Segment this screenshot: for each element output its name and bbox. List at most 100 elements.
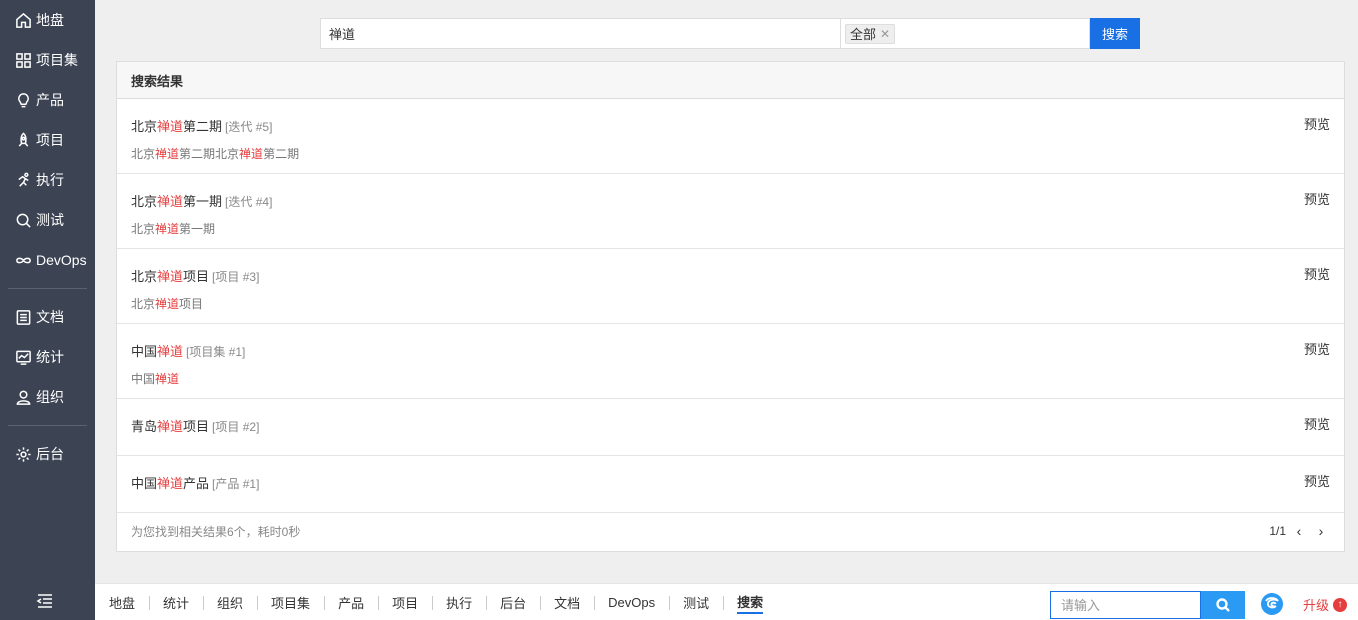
bottom-tab-label: 测试 (683, 596, 710, 611)
bottom-tab[interactable]: 执行 (432, 584, 486, 620)
result-title[interactable]: 青岛禅道项目 [项目 #2] (131, 416, 259, 435)
result-title-text: 第一期 (183, 194, 223, 209)
upgrade-link[interactable]: 升级 ↑ (1303, 595, 1348, 614)
nav-divider (8, 288, 87, 289)
preview-link[interactable]: 预览 (1304, 189, 1330, 208)
sidebar-item-doc[interactable]: 文档 (0, 297, 95, 337)
bottom-tab[interactable]: 产品 (324, 584, 378, 620)
bottom-tab[interactable]: 项目 (378, 584, 432, 620)
sidebar-item-label: DevOps (36, 252, 87, 268)
result-desc-text: 北京 (131, 147, 156, 161)
bottom-tab-label: 执行 (446, 596, 473, 611)
sidebar-item-program[interactable]: 项目集 (0, 40, 95, 80)
result-type-tag: [项目集 #1] (186, 345, 246, 359)
chevron-right-icon[interactable]: › (1312, 523, 1330, 539)
rocket-icon (14, 131, 32, 149)
sidebar-item-org[interactable]: 组织 (0, 377, 95, 417)
running-icon (14, 171, 32, 189)
results-footer: 为您找到相关结果6个，耗时0秒 1/1 ‹ › (117, 511, 1344, 551)
document-icon (14, 308, 32, 326)
bottom-tab[interactable]: 组织 (203, 584, 257, 620)
sidebar-item-bi[interactable]: 统计 (0, 337, 95, 377)
bottom-tab-label: 统计 (163, 596, 190, 611)
bottom-tab[interactable]: 搜索 (723, 584, 777, 620)
arrow-up-icon: ↑ (1333, 597, 1348, 612)
lightbulb-icon (14, 91, 32, 109)
sidebar-item-label: 执行 (36, 172, 64, 188)
search-input[interactable] (320, 18, 841, 49)
home-icon (14, 11, 32, 29)
sidebar-item-label: 产品 (36, 92, 64, 108)
preview-link[interactable]: 预览 (1304, 471, 1330, 490)
preview-link[interactable]: 预览 (1304, 114, 1330, 133)
result-desc-text: 北京 (131, 222, 156, 236)
preview-link[interactable]: 预览 (1304, 264, 1330, 283)
sidebar-item-label: 文档 (36, 309, 64, 325)
result-item: 青岛禅道项目 [项目 #2] 预览 (117, 399, 1344, 456)
bottom-tab-label: 后台 (500, 596, 527, 611)
scope-tag: 全部 ✕ (845, 23, 896, 44)
result-title-text: 第二期 (183, 119, 223, 134)
result-description: 中国禅道 (131, 370, 179, 387)
search-bar: 全部 ✕ 搜索 (320, 18, 1140, 49)
bottom-tab-label: 产品 (338, 596, 365, 611)
zentao-logo-icon[interactable] (1260, 592, 1284, 616)
quick-search-button[interactable] (1201, 591, 1245, 619)
result-title-text: 青岛 (131, 419, 158, 434)
result-desc-highlight: 禅道 (155, 147, 180, 161)
sidebar-item-product[interactable]: 产品 (0, 80, 95, 120)
bottom-tab[interactable]: 后台 (486, 584, 540, 620)
bottom-tab-label: 搜索 (737, 592, 764, 614)
result-title[interactable]: 中国禅道产品 [产品 #1] (131, 473, 259, 492)
chevron-left-icon[interactable]: ‹ (1290, 523, 1308, 539)
result-title[interactable]: 北京禅道第一期 [迭代 #4] (131, 191, 272, 210)
user-icon (14, 388, 32, 406)
bottom-tab[interactable]: 测试 (669, 584, 723, 620)
bottom-tab[interactable]: 文档 (540, 584, 594, 620)
bottom-tab-label: DevOps (608, 595, 656, 610)
sidebar-item-label: 统计 (36, 349, 64, 365)
result-item: 北京禅道第二期 [迭代 #5] 北京禅道第二期北京禅道第二期 预览 (117, 99, 1344, 174)
result-title[interactable]: 北京禅道第二期 [迭代 #5] (131, 116, 272, 135)
result-title[interactable]: 中国禅道 [项目集 #1] (131, 341, 245, 360)
result-title-highlight: 禅道 (157, 194, 184, 209)
result-desc-text: 第二期 (263, 147, 300, 161)
bottom-tab[interactable]: 项目集 (257, 584, 324, 620)
sidebar-toggle-icon[interactable] (36, 592, 56, 612)
result-item: 中国禅道产品 [产品 #1] 预览 (117, 456, 1344, 513)
result-title-text: 北京 (131, 119, 158, 134)
result-description: 北京禅道项目 (131, 295, 203, 312)
bottom-tab[interactable]: 地盘 (95, 584, 149, 620)
result-title-text: 中国 (131, 344, 158, 359)
sidebar-item-dashboard[interactable]: 地盘 (0, 0, 95, 40)
result-title[interactable]: 北京禅道项目 [项目 #3] (131, 266, 259, 285)
infinity-icon (14, 251, 32, 269)
sidebar-item-label: 测试 (36, 212, 64, 228)
close-icon[interactable]: ✕ (880, 27, 890, 41)
result-item: 北京禅道项目 [项目 #3] 北京禅道项目 预览 (117, 249, 1344, 324)
result-title-text: 项目 (183, 419, 210, 434)
sidebar-item-execution[interactable]: 执行 (0, 160, 95, 200)
sidebar-item-devops[interactable]: DevOps (0, 240, 95, 280)
search-scope-select[interactable]: 全部 ✕ (841, 18, 1090, 49)
bottom-tab[interactable]: 统计 (149, 584, 203, 620)
preview-link[interactable]: 预览 (1304, 414, 1330, 433)
bottom-tab-label: 文档 (554, 596, 581, 611)
sidebar-item-qa[interactable]: 测试 (0, 200, 95, 240)
quick-search-input[interactable] (1050, 591, 1201, 619)
result-title-highlight: 禅道 (157, 344, 184, 359)
bottom-tab-label: 项目集 (271, 596, 311, 611)
preview-link[interactable]: 预览 (1304, 339, 1330, 358)
result-desc-text: 第二期北京 (179, 147, 240, 161)
sidebar-item-admin[interactable]: 后台 (0, 434, 95, 474)
result-title-text: 产品 (183, 476, 210, 491)
result-type-tag: [迭代 #5] (225, 120, 273, 134)
bottom-tab[interactable]: DevOps (594, 584, 669, 620)
result-desc-text: 北京 (131, 297, 156, 311)
nav-divider (8, 425, 87, 426)
sidebar-item-project[interactable]: 项目 (0, 120, 95, 160)
search-button[interactable]: 搜索 (1090, 18, 1140, 49)
result-type-tag: [项目 #3] (212, 270, 260, 284)
bottom-tab-label: 项目 (392, 596, 419, 611)
result-description: 北京禅道第一期 (131, 220, 215, 237)
